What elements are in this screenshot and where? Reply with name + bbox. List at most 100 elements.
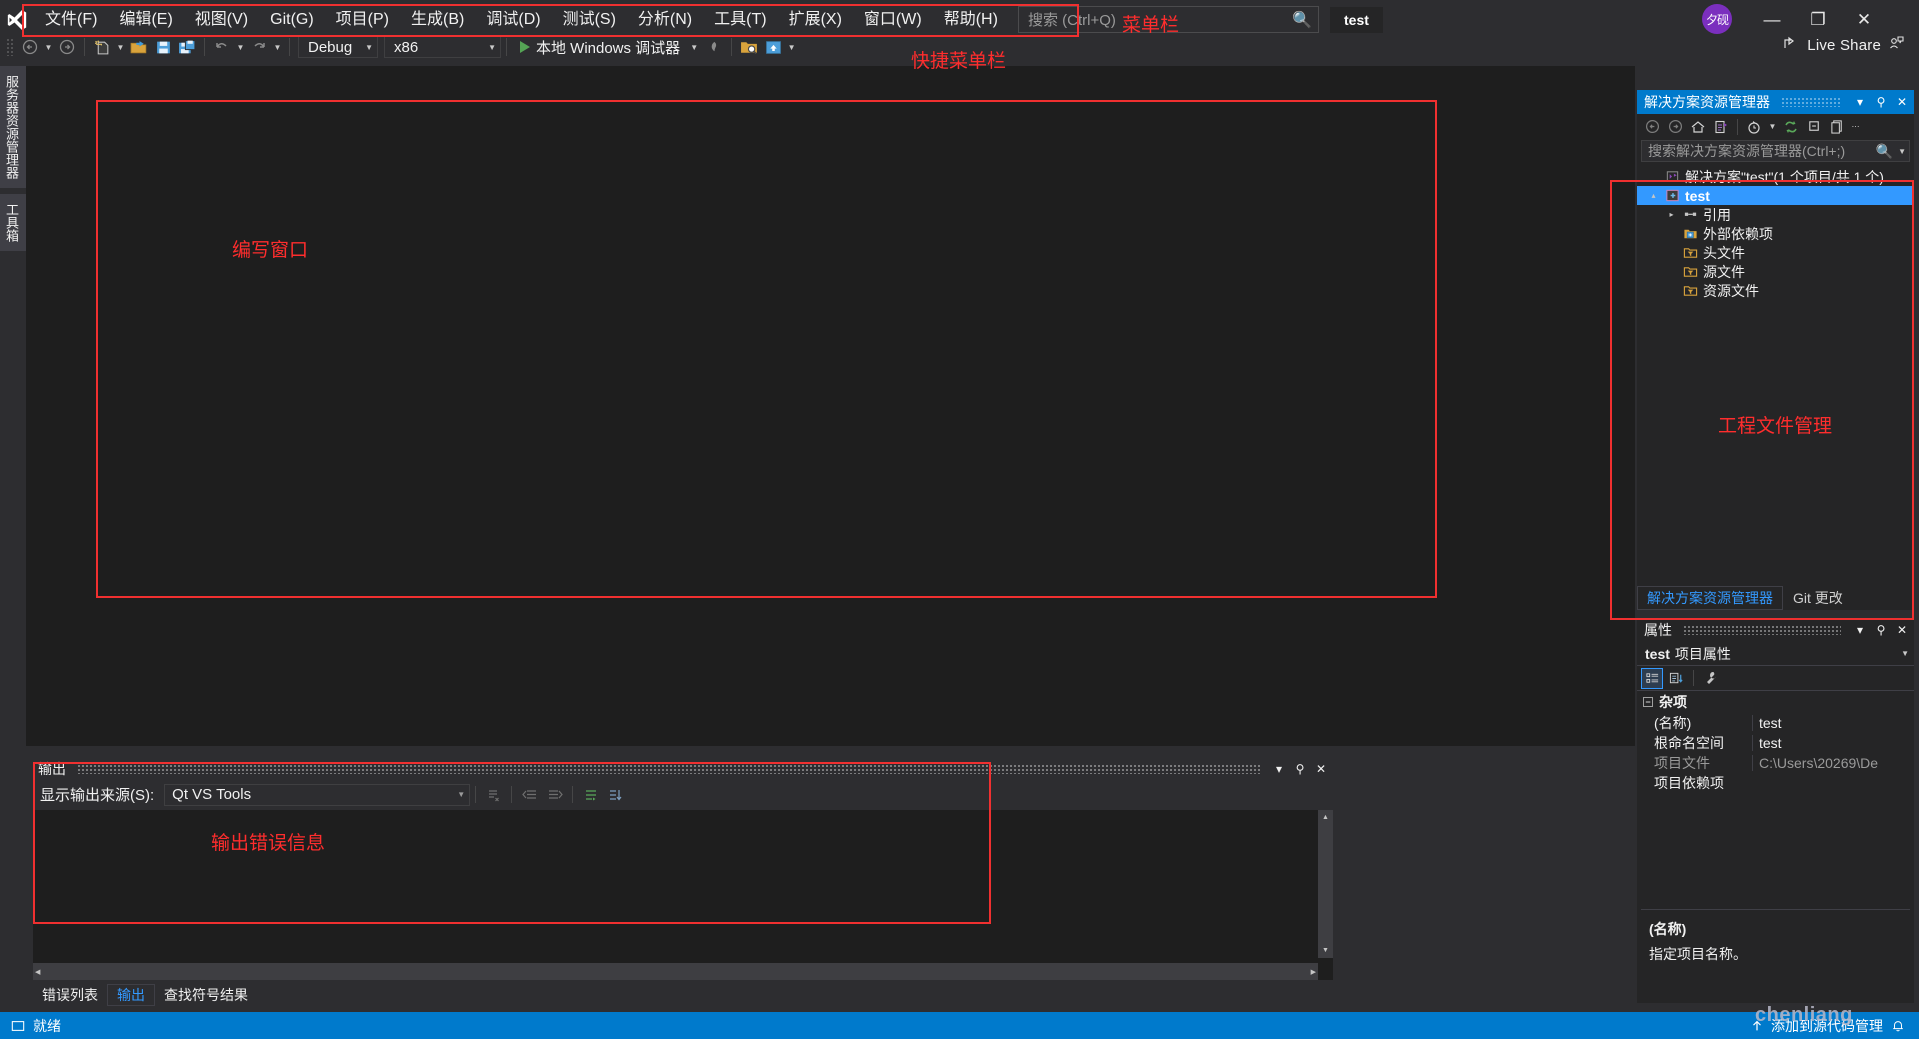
categorized-icon[interactable] (1641, 667, 1663, 689)
tree-node-source-files[interactable]: 源文件 (1637, 262, 1914, 281)
solution-explorer-search-input[interactable]: 搜索解决方案资源管理器(Ctrl+;) 🔍 ▼ (1641, 140, 1910, 162)
chevron-down-icon[interactable]: ▾ (1852, 621, 1868, 639)
find-in-folder-icon[interactable] (737, 35, 761, 59)
preview-icon[interactable] (761, 35, 785, 59)
tree-node-resource-files[interactable]: 资源文件 (1637, 281, 1914, 300)
properties-description: (名称) 指定项目名称。 (1641, 909, 1910, 997)
notification-icon[interactable] (1890, 1018, 1905, 1033)
filter-folder-icon (1682, 283, 1699, 299)
save-icon[interactable] (151, 35, 175, 59)
property-row-root-namespace[interactable]: 根命名空间 test (1637, 733, 1914, 753)
redo-dropdown-icon[interactable]: ▼ (271, 35, 284, 59)
toggle-stacktrace-icon[interactable] (603, 783, 628, 807)
redo-icon[interactable] (247, 35, 271, 59)
live-share-area: Live Share (1783, 35, 1905, 55)
chevron-down-icon[interactable]: ▾ (1271, 760, 1287, 778)
solution-configuration-combo[interactable]: Debug ▼ (298, 36, 378, 58)
scroll-up-icon[interactable]: ▲ (1318, 810, 1333, 825)
property-pages-icon[interactable] (1700, 668, 1722, 689)
tab-git-changes[interactable]: Git 更改 (1783, 586, 1853, 610)
forward-icon[interactable] (1664, 116, 1686, 138)
tab-find-symbol-results[interactable]: 查找符号结果 (155, 984, 257, 1006)
tree-node-external-dependencies[interactable]: 外部依赖项 (1637, 224, 1914, 243)
property-value[interactable]: test (1752, 735, 1914, 751)
close-icon[interactable]: ✕ (1894, 93, 1910, 111)
tree-node-solution[interactable]: 解决方案"test"(1 个项目/共 1 个) (1637, 167, 1914, 186)
start-debugging-button[interactable]: 本地 Windows 调试器 ▼ (512, 35, 702, 59)
pending-changes-icon[interactable] (1743, 116, 1765, 138)
sidebar-tab-toolbox[interactable]: 工具箱 (0, 194, 26, 251)
close-icon[interactable]: ✕ (1894, 621, 1910, 639)
chevron-down-icon[interactable]: ▼ (1901, 649, 1909, 658)
save-all-icon[interactable] (175, 35, 199, 59)
tree-node-project-test[interactable]: ▴ test (1637, 186, 1914, 205)
toggle-wordwrap-icon[interactable] (578, 783, 603, 807)
tree-node-header-files[interactable]: 头文件 (1637, 243, 1914, 262)
twisty-icon[interactable]: ▴ (1647, 191, 1660, 200)
pin-icon[interactable]: ⚲ (1873, 621, 1889, 639)
new-item-icon[interactable] (90, 35, 114, 59)
tab-solution-explorer[interactable]: 解决方案资源管理器 (1637, 586, 1783, 610)
refresh-icon[interactable] (1780, 116, 1802, 138)
pin-icon[interactable]: ⚲ (1292, 760, 1308, 778)
scroll-right-icon[interactable]: ▶ (1311, 968, 1316, 976)
output-horizontal-scrollbar[interactable]: ◀ ▶ (33, 963, 1318, 980)
scroll-left-icon[interactable]: ◀ (35, 968, 40, 976)
drag-dots[interactable] (77, 763, 1260, 774)
back-icon[interactable] (1641, 116, 1663, 138)
output-source-combo[interactable]: Qt VS Tools ▼ (164, 783, 471, 806)
preview-dropdown-icon[interactable]: ▼ (785, 35, 798, 59)
show-all-files-icon[interactable] (1826, 116, 1848, 138)
editor-area[interactable] (26, 66, 1635, 746)
sync-with-active-document-icon[interactable] (1710, 116, 1732, 138)
scroll-down-icon[interactable]: ▼ (1318, 943, 1333, 958)
live-share-participants-icon[interactable] (1889, 35, 1905, 55)
undo-icon[interactable] (210, 35, 234, 59)
property-row-project-file[interactable]: 项目文件 C:\Users\20269\De (1637, 753, 1914, 773)
property-row-project-dependencies[interactable]: 项目依赖项 (1637, 773, 1914, 793)
go-to-previous-icon[interactable] (517, 783, 542, 807)
properties-description-text: 指定项目名称。 (1649, 946, 1747, 962)
collapse-all-icon[interactable] (1803, 116, 1825, 138)
navigate-backward-dropdown-icon[interactable]: ▼ (42, 35, 55, 59)
maximize-button[interactable]: ❐ (1795, 0, 1841, 40)
chevron-down-icon[interactable]: ▼ (1893, 147, 1906, 156)
new-item-dropdown-icon[interactable]: ▼ (114, 35, 127, 59)
avatar[interactable]: 夕砚 (1702, 4, 1732, 34)
sidebar-tab-server-explorer[interactable]: 服务器资源管理器 (0, 66, 26, 188)
drag-dots[interactable] (1781, 97, 1841, 107)
minimize-button[interactable]: — (1749, 0, 1795, 40)
toolbar-overflow-icon[interactable]: ⋯ (1849, 115, 1862, 139)
tab-error-list[interactable]: 错误列表 (33, 984, 107, 1006)
live-share-icon (1783, 35, 1799, 55)
properties-category-misc[interactable]: − 杂项 (1637, 691, 1914, 713)
chevron-down-icon[interactable]: ▾ (1852, 93, 1868, 111)
clear-all-icon[interactable] (481, 783, 506, 807)
close-icon[interactable]: ✕ (1313, 760, 1329, 778)
hot-reload-icon[interactable] (702, 35, 726, 59)
open-file-icon[interactable] (127, 35, 151, 59)
collapse-icon[interactable]: − (1643, 697, 1653, 707)
live-share-label[interactable]: Live Share (1807, 37, 1881, 54)
properties-object-selector[interactable]: test 项目属性 ▼ (1637, 642, 1914, 666)
navigate-backward-icon[interactable] (18, 35, 42, 59)
property-value[interactable]: test (1752, 715, 1914, 731)
alphabetical-icon[interactable] (1665, 668, 1687, 689)
output-source-value: Qt VS Tools (172, 786, 252, 803)
drag-dots[interactable] (1683, 625, 1841, 635)
home-icon[interactable] (1687, 116, 1709, 138)
undo-dropdown-icon[interactable]: ▼ (234, 35, 247, 59)
navigate-forward-icon[interactable] (55, 35, 79, 59)
property-row-name[interactable]: (名称) test (1637, 713, 1914, 733)
go-to-next-icon[interactable] (542, 783, 567, 807)
pin-icon[interactable]: ⚲ (1873, 93, 1889, 111)
pending-changes-dropdown-icon[interactable]: ▼ (1766, 115, 1779, 139)
tree-node-references[interactable]: ▸ 引用 (1637, 205, 1914, 224)
tab-output[interactable]: 输出 (107, 984, 155, 1006)
close-button[interactable]: ✕ (1841, 0, 1887, 40)
output-vertical-scrollbar[interactable]: ▲ ▼ (1318, 810, 1333, 958)
solution-platform-combo[interactable]: x86 ▼ (384, 36, 501, 58)
twisty-icon[interactable]: ▸ (1665, 210, 1678, 219)
toolbar-grip[interactable] (6, 38, 15, 56)
document-tag[interactable]: test (1330, 7, 1383, 33)
